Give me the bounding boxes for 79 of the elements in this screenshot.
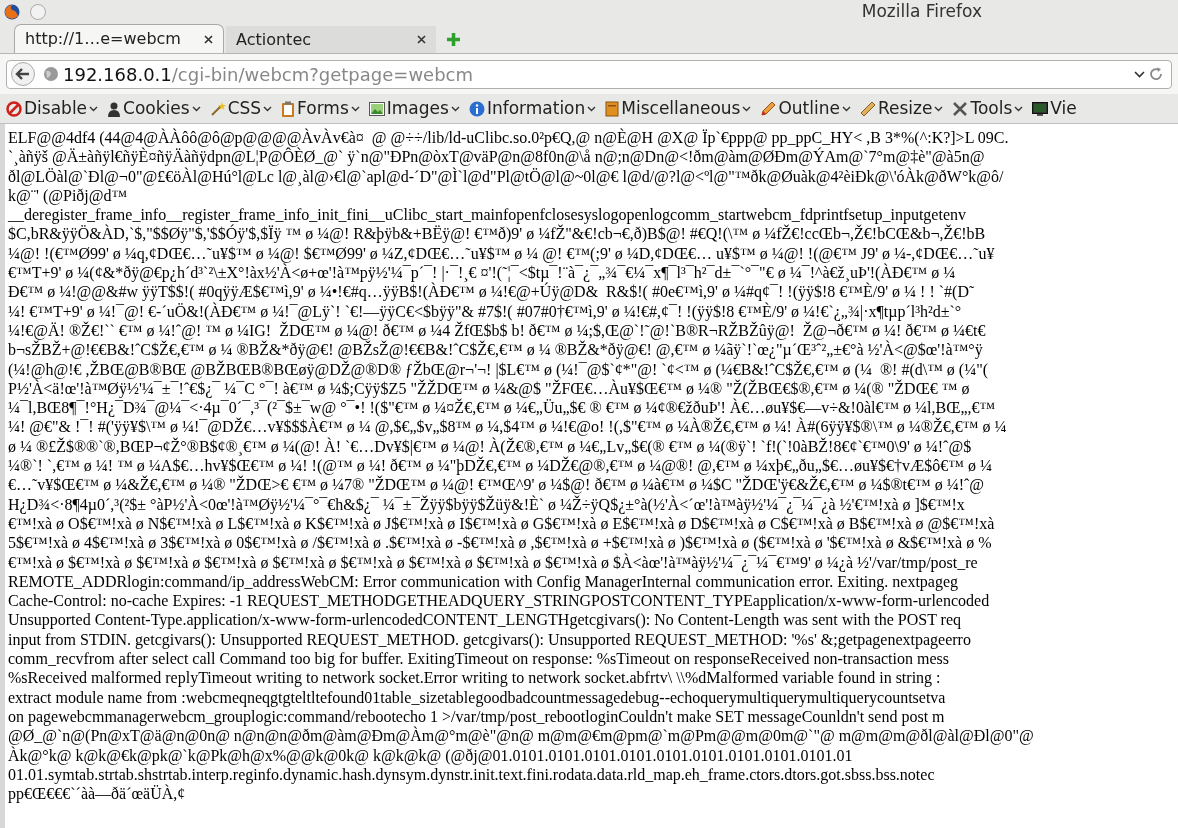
plus-icon[interactable] bbox=[446, 32, 461, 47]
caret-icon[interactable] bbox=[1134, 70, 1145, 78]
text-line: Cache-Control: no-cache Expires: -1 REQUEST_METHODGETHEADQUERY_STRINGPOSTCONTENT_TYPEapplication/x-www-form-urlencoded bbox=[8, 591, 990, 611]
text-line: 5$€™!xà ø 4$€™!xà ø 3$€™!xà ø 0$€™!xà ø /$€™!xà ø .$€™!xà ø -$€™!xà ø ,$€™!xà ø +$€™!xà ø )$€™!xà ø ($€™!xà ø '$€™!xà ø &$€™!xà ø % bbox=[8, 533, 992, 553]
toolbar-menu[interactable]: CSS bbox=[227, 95, 262, 122]
text-line: extract module name from :webcmeqneqgtgteltltefound01table_sizetablegoodbadcountmessagedebug--echoquerymultiquerymultiquerycountsetva bbox=[8, 687, 946, 707]
text-line: ø ¼ ®£Ž$®®`®,BŒP¬¢Ž°®B$¢®¸€™ ø ¼(@! À! `€…Dv¥$|€™ ø ¼@! À(Ž€®,€™ ø ¼€„Lv„$€(® €™ ø ¼(®ÿ`! `f!(`!0àBŽ!8€¢`€™0\9' ø ¼!ˆ@$ bbox=[8, 436, 972, 457]
text-line: H¿D¾<·8¶4µ0´,³(²$± °àP½'À<0œ'!à™Øÿ½'¼¯°¯€h&$¿¯ ¼¯±¯Žÿÿ$bÿÿ$Žüÿ&!È` ø ¼Ž÷ÿQ$¿±°à(½'À<´œ'!à™àÿ½'¼¯¿¯¼¯¿à ½'€™!xà ø ]$€™!x bbox=[8, 494, 965, 514]
text-line: input from STDIN. getcgivars(): Unsupported REQUEST_METHOD. getcgivars(): Unsupported REQUEST_METHOD: '%s' &;getpagenextpageerro bbox=[8, 629, 971, 649]
text-line: ¼¯l,BŒ8¶¯!°H¿¯D¾¯@¼¯<·4µ¯0´¯,³¯(²¯$±¯w@ °¯•! !($"€™ ø ¼¤Ž€,€™ ø ¼€„Üu„$€ ® €™ ø ¼¢®€žðuÞ'! À€…øu¥$€—v÷&!0àl€™ ø ¼l,BŒ„,€™ bbox=[8, 398, 996, 418]
box-icon bbox=[605, 100, 620, 117]
text-line: ¼@! !(€™Ø99' ø ¼q,¢DŒ€…˜u¥$™ ø ¼@! $€™Ø99' ø ¼Z,¢DŒ€…˜u¥$™ ø ¼ @! €™(;9' ø ¼D,¢DŒ€… u¥$™ ø ¼@! !(@€™ J9' ø ¼-,¢DŒ€…˜u¥ bbox=[8, 243, 995, 263]
text-line: pp€Œ€€€`´àà—ðä´œäÜÀ,¢ bbox=[8, 784, 186, 804]
text-line: €™!xà ø $€™!xà ø $€™!xà ø $€™!xà ø $€™!xà ø $€™!xà ø $€™!xà ø $€™!xà ø $€™!xà ø $À<àœ'!à™àÿ½'¼¯¿¯¼¯€™9' ø ¼¿à ½'/var/tmp/post_re bbox=[8, 552, 978, 572]
toolbar-menu[interactable]: Tools bbox=[970, 95, 1013, 122]
text-line: Unsupported Content-Type.application/x-www-form-urlencodedCONTENT_LENGTHgetcgivars(): No Content-Length was sent with the POST req bbox=[8, 610, 962, 630]
text-line: Ð€™ ø ¼!@@&#w ÿÿT$$!( #0qÿÿÆ$€™ì,9' ø ¼•!€#q…ÿÿB$!(ÀÐ€™ ø ¼!€@+Úÿ@D& R&$!( #0e€™ì,9' ø ¼#q¢¯! !(ÿÿ$!8 €™È/9' ø ¼ ! ! `#(D˜ bbox=[8, 282, 975, 302]
text-line: __deregister_frame_info__register_frame_info_init_fini__uClibc_start_mainfopenfclosesyslogopenlogcomm_startwebcm_fdprintfsetup_inputgetenv bbox=[8, 205, 966, 225]
info-icon bbox=[468, 100, 485, 117]
monitor-icon bbox=[1032, 101, 1049, 116]
toolbar-menu[interactable]: Resize bbox=[878, 95, 933, 122]
caret-icon bbox=[191, 105, 201, 112]
browser-logo-icon bbox=[4, 3, 20, 20]
globe-icon bbox=[43, 66, 59, 82]
toolbar-menu[interactable]: Images bbox=[386, 95, 449, 122]
caret-icon bbox=[450, 105, 460, 112]
text-line: ¼! @€"& !¯! #('ÿÿ¥$\™ ø ¼!¯@DŽ€…v¥$$$À€™ ø ¼ @,$€„$v„$8™ ø ¼,$4™ ø ¼!€@o! !(,$"€™ ø ¼À®Ž€,€™ ø ¼! À#(6ÿÿ¥$®\™ ø ¼®Ž€,€™ ø ¼ bbox=[8, 417, 1007, 437]
text-line: REMOTE_ADDRlogin:command/ip_addressWebCM: Error communication with Config ManagerInternal communication error. Exiting. nextpageg bbox=[8, 572, 959, 592]
browser-tab[interactable]: http://1…e=webcm bbox=[14, 24, 224, 53]
ruler-icon bbox=[860, 100, 876, 117]
text-line: ¼!€@Ä! ®Ž€!`` €™ ø ¼!ˆ@! ™ ø ¼IG! ŽDŒ™ ø ¼@! ð€™ ø ¼4 ŽfŒ$b$ b! ð€™ ø ¼;$,Œ@`!˜@!`B®R¬RŽBŽûÿ@! Ž@¬ð€™ ø ¼! ð€™ ø ¼€t€ bbox=[8, 321, 986, 341]
caret-icon bbox=[587, 105, 597, 112]
text-line: comm_recvfrom after select call Command too big for buffer. ExitingTimeout on response: %sTimeout on responseReceived non-transaction mess bbox=[8, 649, 949, 669]
text-line: $C,bR&ÿÿÖ&ÀD,`$,"$$Øÿ"$,'$$Óÿ'$,$Ïÿ ™ ø ¼@! R&þÿb&+BËÿ@! €™ð)9' ø ¼fŽ"&€!cb¬€,ð)B$@! #€Q!(\™ ø ¼fŽ€!ccŒb¬,Ž€!bCŒ&b¬,Ž€!bB bbox=[8, 224, 986, 244]
text-line: %sReceived malformed replyTimeout writing to network socket.Error writing to network socket.abfrtv\ \\%dMalformed variable found in string : bbox=[8, 668, 941, 688]
text-line: ELF@@4df4 (44@4@ÀÀôô@ô@p@@@@ÀvÀv€à¤ @ @÷÷/lib/ld-uClibc.so.0²p€Q,@ n@È@H @X@ Ïp`€ppp@ pp_ppC_HY< ,B 3*%(^:K?]>L 09C. bbox=[8, 128, 1009, 148]
text-line: k@¨' (@Piðj@d™ bbox=[8, 186, 128, 206]
pencil-icon bbox=[760, 100, 777, 117]
wand-icon bbox=[209, 100, 226, 117]
toolbar-menu[interactable]: Forms bbox=[297, 95, 349, 122]
caret-icon bbox=[742, 105, 752, 112]
text-line: Àk@°k@ k@k@€k@pk@`k@Pk@h@x%@@k@0k@ k@k@k@ (@ðj@01.0101.0101.0101.0101.0101.0101.0101.0101.0101.01 bbox=[8, 745, 853, 765]
toolbar-menu[interactable]: Disable bbox=[24, 95, 88, 122]
browser-tab[interactable]: Actiontec bbox=[226, 26, 436, 53]
text-line: P½'À<ä!œ'!à™Øÿ½'¼¯±¯!ˆ€$¿¯ ¼¯C °¯! à€™ ø ¼$;Cÿÿ$Z5 "ŽŽDŒ™ ø ¼&@$ "ŽFŒ€…Àu¥$Œ€™ ø ¼® "Ž(ŽBŒ€$®,€™ ø ¼(® "ŽDŒ€ ™ ø bbox=[8, 379, 970, 399]
window-title: Mozilla Firefox bbox=[861, 0, 982, 23]
tab-title: http://1…e=webcm bbox=[25, 28, 182, 50]
address-field[interactable]: 192.168.0.1/cgi-bin/webcm?getpage=webcm bbox=[6, 59, 1172, 89]
text-line: €™!xà ø O$€™!xà ø N$€™!xà ø L$€™!xà ø K$€™!xà ø J$€™!xà ø I$€™!xà ø G$€™!xà ø E$€™!xà ø D$€™!xà ø C$€™!xà ø B$€™!xà ø @$€™!xà bbox=[8, 514, 995, 534]
url-text: 192.168.0.1/cgi-bin/webcm?getpage=webcm bbox=[63, 62, 475, 87]
caret-icon bbox=[89, 105, 99, 112]
toolbar-menu[interactable]: Cookies bbox=[123, 95, 190, 122]
caret-icon bbox=[842, 105, 851, 112]
text-line: €…˜v¥$Œ€™ ø ¼&Ž€,€™ ø ¼® "ŽDŒ>€ €™ ø ¼7® "ŽDŒ™ ø ¼@! €™Œ^9' ø ¼$@! ð€™ ø ¼à€™ ø ¼$C "ŽDŒ'ÿ€&Ž€,€™ ø ¼$®t€™ ø ¼!ˆ@ bbox=[8, 475, 985, 495]
text-line: ¼®`! `,€™ ø ¼! ™ ø ¼A$€…hv¥$Œ€™ ø ¼! !(@™ ø ¼! ð€™ ø ¼"þDŽ€,€™ ø ¼DŽ€@®,€™ ø ¼@®! @,€™ ø ¼xþ€„ðu„$€…øu¥$€†vÆ$ô€™ ø ¼ bbox=[8, 456, 992, 476]
close-icon[interactable] bbox=[417, 35, 426, 44]
text-line: 01.01.symtab.strtab.shstrtab.interp.reginfo.dynamic.hash.dynsym.dynstr.init.text.fini.rodata.data.rld_map.eh_frame.ctors.dtors.got.sbss.bss.notec bbox=[8, 765, 935, 785]
text-line: `¸àñÿš @Ä±àñÿl€ñÿÈ¤ñÿÄàñÿdpn@L¦P@ÔÈØ_@` ÿ`n@"ÐPn@òxT@väP@n@8f0n@\å n@;n@Dn@<!ðm@àm@ØÐm@ÝAm@`7°m@‡è"@à5n@ bbox=[8, 147, 985, 167]
caret-icon bbox=[263, 105, 273, 112]
close-icon[interactable] bbox=[204, 34, 213, 44]
toolbar-menu[interactable]: Vie bbox=[1050, 95, 1077, 122]
toolbar-menu[interactable]: Outline bbox=[778, 95, 840, 122]
text-line: on pagewebcmmanagerwebcm_grouplogic:command/rebootecho 1 >/var/tmp/post_rebootloginCouldn't make SET messageCounldn't send post m bbox=[8, 707, 945, 727]
person-icon bbox=[107, 100, 122, 117]
text-line: €™T+9' ø ¼(¢&*ðÿ@€p¿h´d³`²\±X°!àx½'À<ø+œ'!à™pÿ½'¼¯p´¯! |·¯!¸€ ¤'!(˜¦¯<$tµ¯!¨à¯¿¯„¾¯€¼¯x¶¯l³¯h²¯d±¯`°¯"€ ø ¼¯!^à€ž¸uÞ'!(ÀÐ€™ ø ¼ bbox=[8, 263, 956, 283]
toolbar-menu[interactable]: Miscellaneous bbox=[621, 95, 741, 122]
tab-title: Actiontec bbox=[236, 28, 313, 51]
caret-icon bbox=[350, 105, 360, 112]
image-icon bbox=[368, 101, 385, 116]
clipboard-icon bbox=[281, 100, 296, 117]
prohibited-icon bbox=[6, 100, 22, 117]
toolbar-menu[interactable]: Information bbox=[486, 95, 586, 122]
text-line: ¼! €™T+9' ø ¼!¯@! €-´uÖ&!(ÀÐ€™ ø ¼!¯@Lÿ`! `€!—ÿÿC€<$bÿÿ"& #7$!( #07#0†€™ì,9' ø ¼!€#,¢¯! !(ÿÿ$!8 €™È/9' ø ¼!€`¿„¾|·x¶tµp´l³h²d±`° bbox=[8, 301, 962, 321]
text-line: ðl@LÖàl@`Ðl@¬0"@£€öÀl@Hú°l@Lc l@¸àl@›€l@`apl@d-´D"@Ì`l@d"Pl@tÖ@l@~0l@€ l@d/@?l@<ºl@"™ðk@Øuàk@4²èiÐk@\'óÀk@ðW°k@ô/ bbox=[8, 166, 1004, 186]
text-line: (¼!@h@!€ ,ŽBŒ@B®BŒ @BŽBŒB®BŒøÿ@DŽ@®D® ƒŽbŒ@r¬'¬! |$L€™ ø (¼!¯@$`¢*"@! `¢<™ ø (¼€B&!ˆC$Ž€,€™ ø (¼ ®! #(d\™ ø (¼"( bbox=[8, 359, 989, 379]
caret-icon bbox=[1014, 105, 1024, 112]
caret-icon bbox=[934, 105, 944, 112]
text-line: b¬sŽBŽ+@!€€B&!ˆC$Ž€,€™ ø ¼ ®BŽ&*ðÿ@€! @BŽsŽ@!€€B&!ˆC$Ž€,€™ ø ¼ ®BŽ&*ðÿ@€! @,€™ ø ¼ãÿ`!`œ¿"µ´Œ³ˆ²„±€°à ½'À<@$œ'!à™°ÿ bbox=[8, 340, 983, 360]
text-line: @Ø_@`n@(Pn@xT@ä@n@0n@ n@n@n@ðm@àm@Ðm@Àm@°m@è"@n@ m@m@€m@pm@`m@Pm@@m@0m@`"@ m@m@m@ðl@àl@Ðl@0"@ bbox=[8, 726, 1034, 746]
